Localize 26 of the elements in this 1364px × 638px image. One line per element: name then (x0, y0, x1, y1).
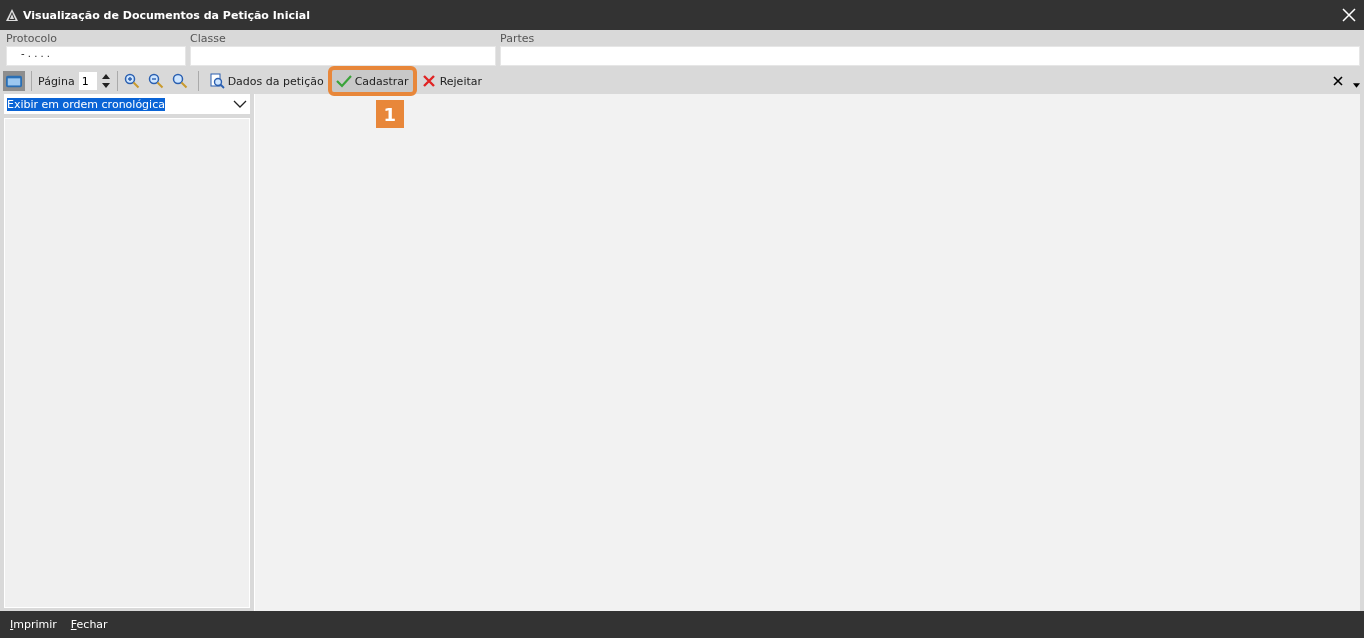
app-logo-icon (6, 9, 18, 21)
toolbar-button[interactable]: Dados da petição (204, 70, 328, 92)
dropdown-arrow-icon[interactable] (1353, 82, 1360, 88)
page-label: Página (38, 74, 75, 88)
input-field[interactable] (190, 46, 496, 66)
input-field[interactable]: - . . . . (6, 46, 186, 66)
checkmark-icon (335, 73, 352, 89)
field-label: Protocolo (6, 32, 59, 46)
page-input[interactable]: 1 (78, 72, 97, 90)
input-field[interactable] (500, 46, 1360, 66)
document-search-icon (208, 73, 225, 89)
order-dropdown[interactable]: Exibir em ordem cronológica (4, 94, 250, 114)
cross-icon (420, 73, 437, 89)
zoom-icon[interactable] (171, 73, 188, 89)
zoom-in-icon[interactable] (123, 73, 140, 89)
step-badge: 1 (375, 100, 404, 128)
window-title: Visualização de Documentos da Petição Inicial (23, 8, 310, 22)
field-label: Partes (500, 32, 536, 46)
footer-button[interactable]: Imprimir (10, 618, 57, 631)
spinner-icon[interactable] (100, 73, 111, 89)
zoom-out-icon[interactable] (147, 73, 164, 89)
toolbar-button[interactable]: Rejeitar (416, 70, 486, 92)
chevron-down-icon (233, 100, 247, 108)
close-icon[interactable] (1333, 76, 1343, 86)
field-label: Classe (190, 32, 227, 46)
footer-button[interactable]: Fechar (70, 618, 108, 631)
